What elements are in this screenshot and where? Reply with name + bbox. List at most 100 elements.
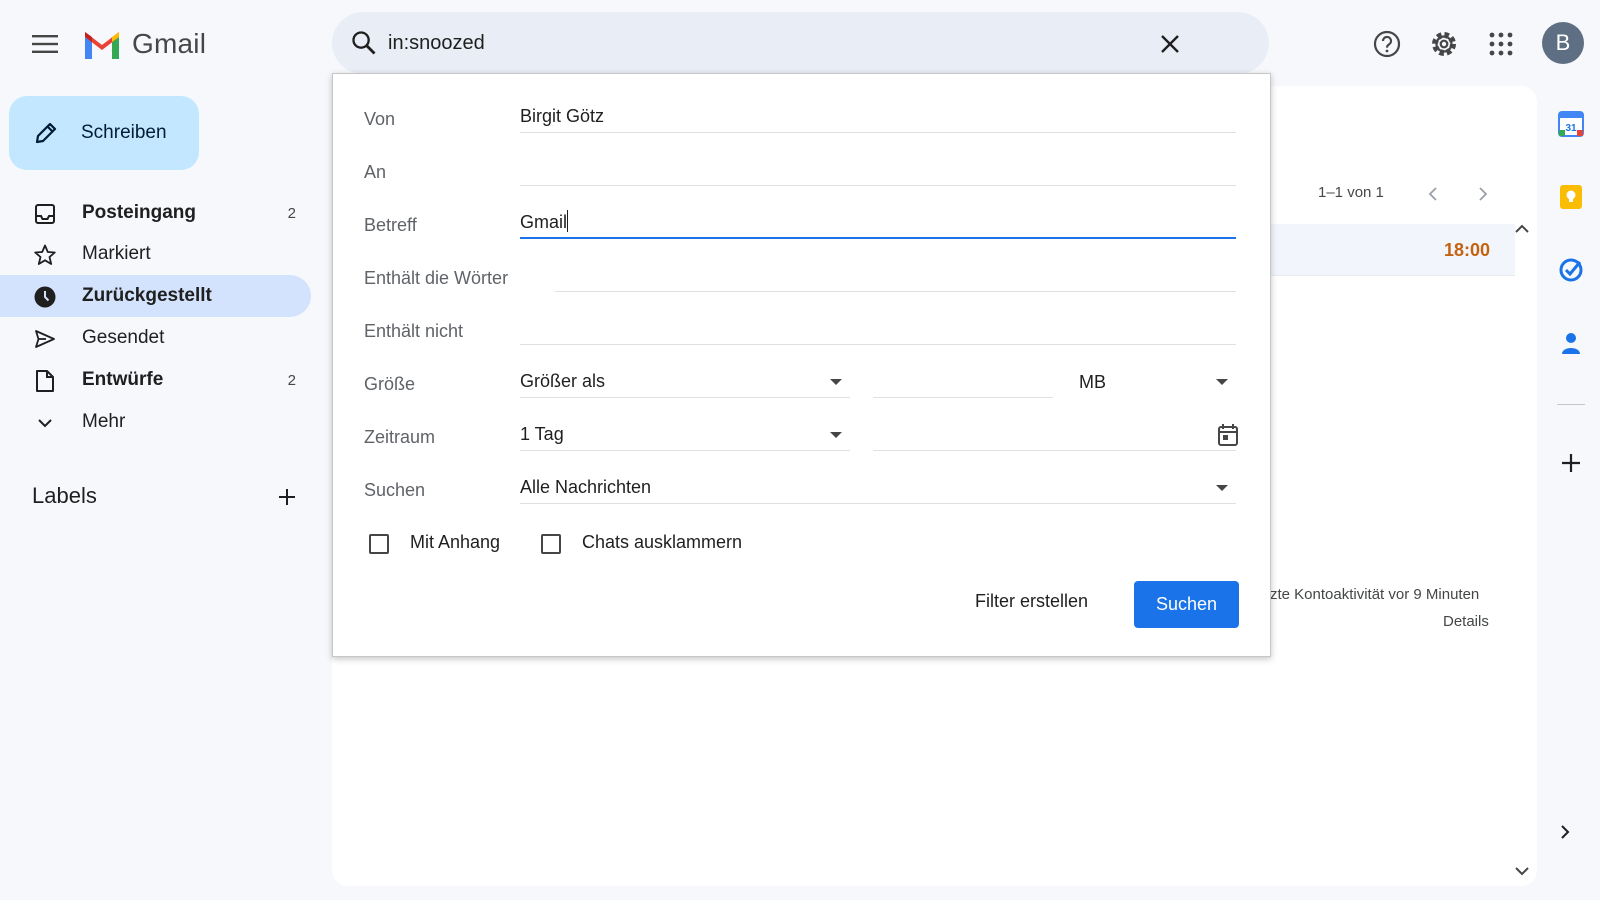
pencil-icon: [35, 122, 57, 144]
search-bar: [332, 12, 1269, 74]
activity-details-link[interactable]: Details: [1443, 613, 1489, 630]
plus-icon: [279, 489, 295, 505]
search-in-label: Suchen: [364, 480, 426, 500]
from-field[interactable]: [520, 101, 1236, 133]
account-avatar[interactable]: B: [1542, 22, 1584, 64]
sidebar-item-label: Gesendet: [82, 327, 165, 348]
dropdown-arrow-icon: [830, 379, 842, 385]
create-label-button[interactable]: [272, 482, 302, 512]
dropdown-arrow-icon: [1216, 485, 1228, 491]
previous-page-button[interactable]: [1418, 179, 1448, 209]
has-words-label: Enthält die Wörter: [364, 268, 509, 288]
chevron-up-icon: [1515, 224, 1529, 233]
clear-search-button[interactable]: [1154, 28, 1186, 60]
subject-field[interactable]: Gmail: [520, 207, 1236, 239]
chevron-down-icon: [1515, 867, 1529, 876]
date-picker-button[interactable]: [1217, 423, 1239, 447]
has-attachment-label[interactable]: Mit Anhang: [410, 532, 500, 553]
exclude-chats-label[interactable]: Chats ausklammern: [582, 532, 742, 553]
exclude-chats-checkbox[interactable]: [541, 534, 561, 554]
keep-icon: [1560, 185, 1582, 209]
dropdown-arrow-icon: [1216, 379, 1228, 385]
account-activity: zte Kontoaktivität vor 9 Minuten: [1270, 586, 1480, 603]
sidebar-item-inbox[interactable]: Posteingang 2: [0, 192, 311, 234]
app-name: Gmail: [132, 28, 207, 59]
date-field[interactable]: [873, 419, 1236, 451]
search-in-select[interactable]: Alle Nachrichten: [520, 472, 1236, 504]
subject-label: Betreff: [364, 215, 417, 235]
next-page-button[interactable]: [1468, 179, 1498, 209]
doesnt-have-field[interactable]: [520, 313, 1236, 345]
size-value-field[interactable]: [873, 366, 1053, 398]
doesnt-have-label: Enthält nicht: [364, 321, 464, 341]
sidebar-item-label: Zurückgestellt: [82, 285, 212, 306]
create-filter-button[interactable]: Filter erstellen: [963, 579, 1100, 623]
sidebar-item-drafts[interactable]: Entwürfe 2: [0, 359, 311, 401]
contacts-app-button[interactable]: [1554, 326, 1588, 360]
sidebar-item-label: Posteingang: [82, 202, 197, 223]
apps-grid-icon: [1489, 32, 1513, 56]
size-unit-value: MB: [1079, 371, 1106, 392]
star-icon: [33, 243, 57, 267]
has-attachment-checkbox[interactable]: [369, 534, 389, 554]
sidebar-item-sent[interactable]: Gesendet: [0, 317, 311, 359]
date-range-select[interactable]: 1 Tag: [520, 419, 850, 451]
size-operator-value: Größer als: [520, 371, 606, 391]
settings-button[interactable]: [1424, 24, 1464, 64]
chevron-right-icon: [1479, 187, 1488, 201]
hamburger-icon: [32, 35, 58, 53]
inbox-icon: [33, 202, 57, 226]
keep-app-button[interactable]: [1554, 180, 1588, 214]
google-apps-button[interactable]: [1481, 24, 1521, 64]
show-side-panel-button[interactable]: [1560, 824, 1570, 840]
labels-heading: Labels: [32, 483, 97, 508]
sidebar-item-more[interactable]: Mehr: [0, 401, 311, 443]
plus-icon: [1562, 454, 1580, 472]
get-addons-button[interactable]: [1554, 446, 1588, 480]
side-panel-divider: [1557, 404, 1585, 405]
has-words-field[interactable]: [555, 260, 1236, 292]
sidebar-item-label: Markiert: [82, 243, 151, 264]
calendar-icon: [1218, 424, 1238, 446]
sidebar-item-label: Mehr: [82, 411, 126, 432]
contacts-icon: [1562, 333, 1580, 354]
gmail-logo[interactable]: Gmail: [82, 28, 206, 60]
compose-label: Schreiben: [81, 122, 167, 143]
size-operator-select[interactable]: Größer als: [520, 366, 850, 398]
support-button[interactable]: [1367, 24, 1407, 64]
help-icon: [1373, 30, 1401, 58]
clock-icon: [33, 285, 57, 309]
sidebar-item-snoozed[interactable]: Zurückgestellt: [0, 275, 311, 317]
snooze-time: 18:00: [1444, 240, 1491, 260]
search-input[interactable]: [388, 26, 1088, 60]
scroll-down-button[interactable]: [1514, 866, 1530, 876]
gear-icon: [1432, 32, 1456, 56]
tasks-icon: [1559, 258, 1583, 282]
pagination-info: 1–1 von 1: [1318, 184, 1384, 201]
unread-count: 2: [287, 204, 296, 222]
size-unit-select[interactable]: MB: [1079, 366, 1236, 398]
svg-text:31: 31: [1565, 123, 1577, 134]
chevron-left-icon: [1428, 187, 1437, 201]
advanced-search-dialog: Von An Betreff Gmail Enthält die Wörter …: [332, 73, 1271, 657]
calendar-app-button[interactable]: 31: [1554, 107, 1588, 141]
text-cursor: [567, 210, 569, 232]
calendar-icon: 31: [1558, 111, 1584, 137]
tasks-app-button[interactable]: [1554, 253, 1588, 287]
scroll-up-button[interactable]: [1514, 224, 1530, 234]
main-menu-button[interactable]: [25, 24, 65, 64]
dropdown-arrow-icon: [830, 432, 842, 438]
search-in-value: Alle Nachrichten: [520, 477, 652, 497]
search-button[interactable]: Suchen: [1134, 581, 1239, 628]
to-field[interactable]: [520, 154, 1236, 186]
chevron-right-icon: [1561, 825, 1570, 839]
search-icon[interactable]: [350, 29, 378, 57]
compose-button[interactable]: Schreiben: [9, 96, 199, 170]
sidebar-item-starred[interactable]: Markiert: [0, 233, 311, 275]
draft-file-icon: [33, 369, 57, 393]
gmail-m-icon: [85, 32, 119, 59]
date-range-value: 1 Tag: [520, 424, 564, 444]
subject-value: Gmail: [520, 212, 568, 232]
sidebar-item-label: Entwürfe: [82, 369, 164, 390]
to-label: An: [364, 162, 387, 182]
